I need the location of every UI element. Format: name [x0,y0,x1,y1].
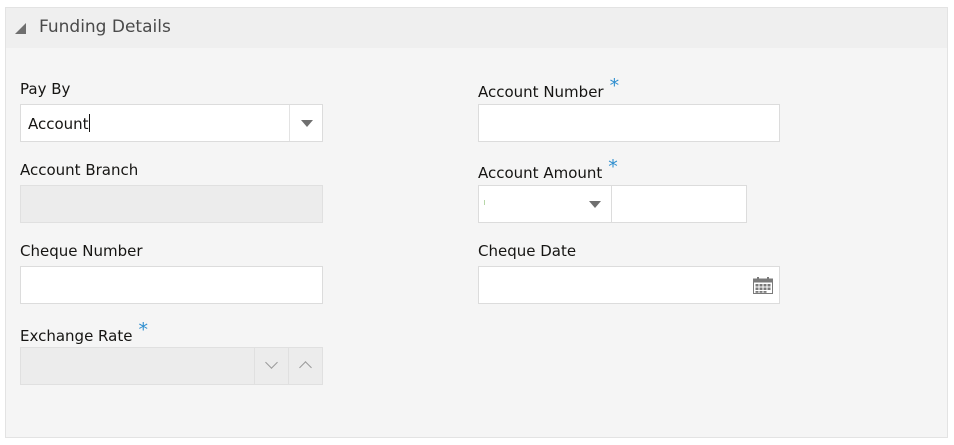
decrement-button[interactable] [254,348,289,384]
calendar-icon[interactable] [753,277,773,294]
chevron-down-icon [265,356,278,369]
required-indicator: * [138,319,148,341]
account-branch-label: Account Branch [20,161,138,179]
cheque-date-input[interactable] [478,266,780,304]
chevron-up-icon [299,361,312,374]
required-indicator: * [609,75,620,97]
cheque-number-label: Cheque Number [20,242,143,260]
pay-by-label-text: Pay By [20,80,71,98]
currency-select[interactable] [478,185,612,223]
account-branch-label-text: Account Branch [20,161,139,179]
amount-input[interactable] [611,185,747,223]
account-number-label: Account Number * [478,75,619,102]
cheque-date-label-text: Cheque Date [478,242,577,260]
text-caret [88,114,90,132]
required-indicator: * [608,156,618,178]
account-number-label-text: Account Number [478,83,604,101]
pay-by-label: Pay By [20,80,70,98]
exchange-rate-label: Exchange Rate * [20,319,148,346]
account-amount-label-text: Account Amount [478,164,603,182]
cheque-date-label: Cheque Date [478,242,576,260]
section-title: Funding Details [39,17,171,37]
collapse-triangle-icon[interactable] [15,23,26,34]
account-branch-input[interactable] [20,185,323,223]
cheque-number-input[interactable] [20,266,323,304]
pay-by-value-wrap: Account [28,114,90,133]
cheque-number-label-text: Cheque Number [20,242,143,260]
currency-placeholder-mark [484,200,485,205]
exchange-rate-stepper[interactable] [20,347,323,385]
exchange-rate-label-text: Exchange Rate [20,327,133,345]
chevron-down-icon[interactable] [301,120,313,127]
account-number-input[interactable] [478,104,780,142]
section-header[interactable]: Funding Details [6,8,947,48]
select-divider [289,105,290,141]
increment-button[interactable] [288,348,323,384]
chevron-down-icon[interactable] [589,201,601,208]
account-amount-label: Account Amount * [478,156,618,183]
funding-details-panel: Funding Details Pay By Account Account N… [5,7,948,438]
pay-by-select[interactable]: Account [20,104,323,142]
pay-by-value: Account [28,115,89,133]
